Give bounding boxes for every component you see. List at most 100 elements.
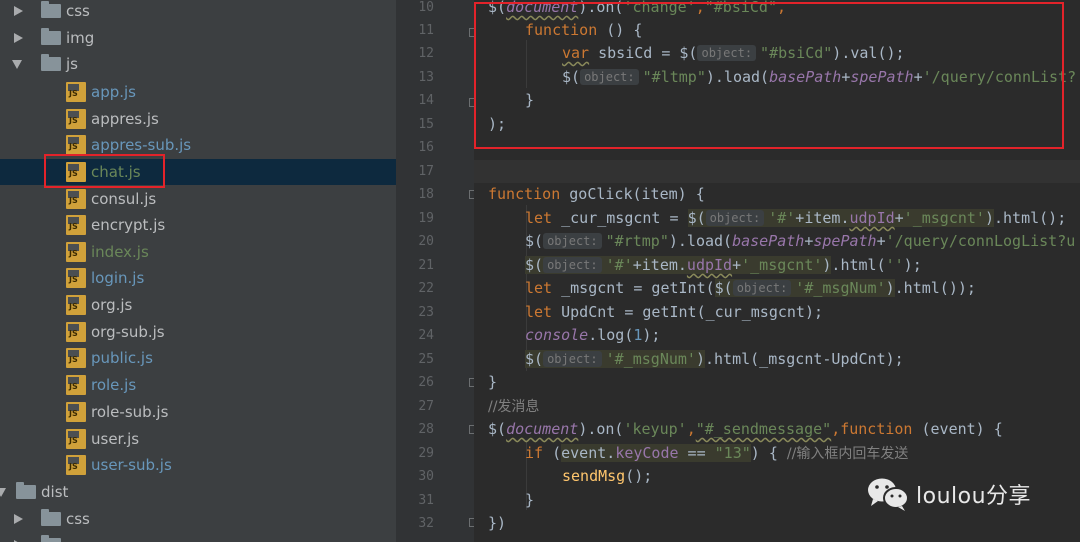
tree-item-css[interactable]: css <box>0 506 396 532</box>
code-token: '_msgcnt' <box>903 209 985 227</box>
code-token: goClick <box>569 185 633 203</box>
code-token: , <box>686 420 696 438</box>
tree-item-css[interactable]: css <box>0 0 396 24</box>
annotation-highlight-box <box>474 2 1064 149</box>
watermark: loulou分享 <box>866 476 1031 512</box>
code-token: '/query/connLogList?u <box>885 232 1076 250</box>
tree-item-file[interactable]: role.js <box>0 372 396 398</box>
tree-item-file[interactable]: user-sub.js <box>0 452 396 478</box>
code-line: }) <box>488 514 507 532</box>
chevron-right-icon[interactable] <box>14 6 23 16</box>
code-token: _cur_msgcnt = <box>552 209 688 227</box>
tree-item-label: app.js <box>91 83 136 101</box>
tree-item-file[interactable]: org-sub.js <box>0 319 396 345</box>
folder-icon <box>41 535 61 542</box>
tree-item-img[interactable]: img <box>0 25 396 51</box>
code-token: function <box>488 185 561 203</box>
code-token: ).load( <box>668 232 733 250</box>
watermark-text: loulou分享 <box>916 484 1032 509</box>
code-token: //输入框内回车发送 <box>786 446 909 462</box>
code-line: $(object: '#'+item.udpId+'_msgcnt').html(… <box>525 254 922 277</box>
tree-item-label: css <box>66 2 90 20</box>
parameter-hint: object: <box>543 233 602 249</box>
chevron-down-icon[interactable] <box>0 488 6 497</box>
line-number: 10 <box>418 0 434 15</box>
parameter-hint: object: <box>543 257 602 273</box>
code-token: basePath <box>732 232 805 250</box>
tree-item-label: appres.js <box>91 110 159 128</box>
code-token: + <box>732 256 742 274</box>
code-token: .html(); <box>993 209 1067 227</box>
code-line: function goClick(item) { <box>488 183 705 206</box>
code-token: + <box>894 209 904 227</box>
line-number: 21 <box>418 258 434 273</box>
code-line: console.log(1); <box>525 324 660 347</box>
tree-item-label: org-sub.js <box>91 323 165 341</box>
js-file-icon <box>66 322 86 342</box>
code-token: let <box>525 303 553 321</box>
js-file-icon <box>66 429 86 449</box>
folder-icon <box>41 509 61 526</box>
tree-item-file[interactable]: org.js <box>0 292 396 318</box>
code-line: let _msgcnt = getInt($(object: '#_msgNum'… <box>525 277 976 300</box>
tree-item-label: encrypt.js <box>91 216 166 234</box>
js-file-icon <box>66 135 86 155</box>
code-token: (item) { <box>632 185 705 203</box>
tree-item-file[interactable]: role-sub.js <box>0 399 396 425</box>
tree-item-file[interactable]: index.js <box>0 239 396 265</box>
code-token: sendMsg <box>562 467 626 485</box>
line-number: 22 <box>418 281 434 296</box>
tree-item-file[interactable]: public.js <box>0 345 396 371</box>
js-file-icon <box>66 295 86 315</box>
line-number: 12 <box>418 46 434 61</box>
code-token: console <box>525 326 589 344</box>
code-token: .html( <box>831 256 886 274</box>
tree-item-label: img <box>66 29 95 47</box>
line-number: 23 <box>418 305 434 320</box>
code-line: $(object: '#_msgNum').html(_msgcnt-UpdCnt… <box>525 348 904 371</box>
parameter-hint: object: <box>543 351 602 367</box>
code-token: ) <box>984 209 994 227</box>
js-file-icon <box>66 109 86 129</box>
code-token: ); <box>903 256 922 274</box>
code-token: udpId <box>686 256 733 274</box>
chevron-right-icon[interactable] <box>14 33 23 43</box>
tree-item-label: dist <box>41 483 69 501</box>
tree-item-file[interactable]: consul.js <box>0 186 396 212</box>
wechat-icon <box>868 478 909 511</box>
code-token: '#_msgNum' <box>795 279 886 297</box>
code-token: "#_sendmessage" <box>695 420 832 438</box>
tree-item-label: login.js <box>91 269 145 287</box>
code-token: event. <box>561 444 616 462</box>
code-token: ) <box>695 350 705 368</box>
tree-item-js[interactable]: js <box>0 51 396 77</box>
code-token: $( <box>525 256 544 274</box>
caret-line <box>474 160 1080 183</box>
chevron-down-icon[interactable] <box>12 60 22 69</box>
tree-item-file[interactable]: user.js <box>0 426 396 452</box>
code-token: ( <box>543 444 562 462</box>
tree-item-label: index.js <box>91 243 149 261</box>
code-token: $( <box>488 420 507 438</box>
tree-item-partial[interactable] <box>0 532 396 542</box>
line-number: 24 <box>418 328 434 343</box>
tree-item-label: public.js <box>91 349 153 367</box>
line-number: 18 <box>418 187 434 202</box>
line-number: 13 <box>418 70 434 85</box>
line-number: 11 <box>418 23 434 38</box>
chevron-right-icon[interactable] <box>14 514 23 524</box>
line-number: 28 <box>418 422 434 437</box>
folder-icon <box>41 54 61 71</box>
line-number-gutter: 10 11 12 13 14 15 16 17 18 19 20 21 22 2… <box>408 0 474 542</box>
tree-item-label: role-sub.js <box>91 403 169 421</box>
line-number: 31 <box>418 493 434 508</box>
tree-item-dist[interactable]: dist <box>0 479 396 505</box>
js-file-icon <box>66 215 86 235</box>
tree-item-file[interactable]: app.js <box>0 79 396 105</box>
tree-item-file[interactable]: encrypt.js <box>0 212 396 238</box>
code-token: udpId <box>849 209 895 227</box>
tree-item-file[interactable]: login.js <box>0 265 396 291</box>
tree-item-file[interactable]: appres.js <box>0 106 396 132</box>
annotation-highlight-box <box>44 154 165 188</box>
